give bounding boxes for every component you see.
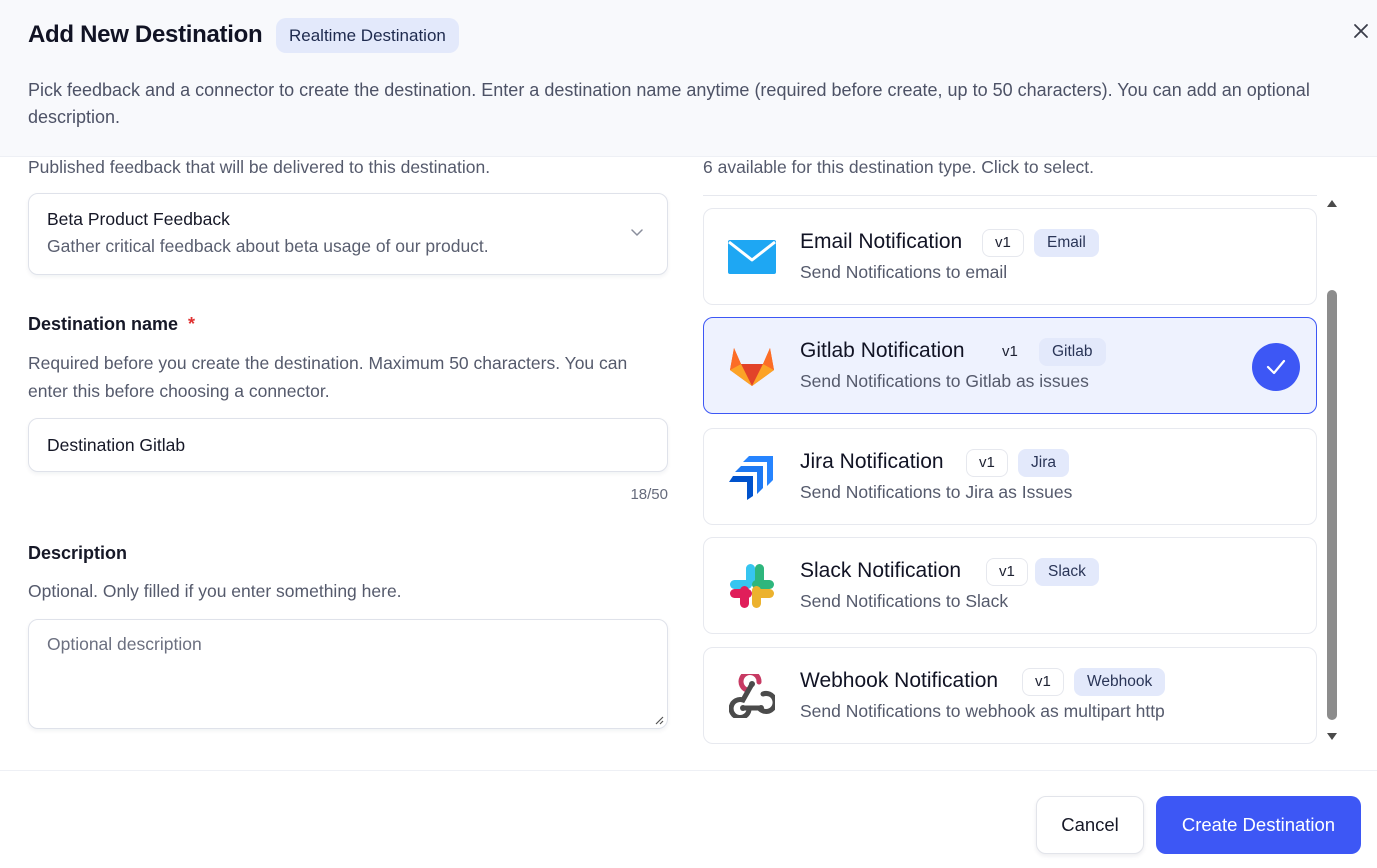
feedback-helper: Published feedback that will be delivere… [28,157,491,177]
connector-list: Email Notification v1 Email Send Notific… [703,195,1343,747]
connector-name: Email Notification [800,230,963,253]
connector-tag: Jira [1018,449,1069,477]
selected-check [1252,343,1300,391]
connector-card-webhook[interactable]: Webhook Notification v1 Webhook Send Not… [703,647,1317,744]
list-divider [703,195,1317,196]
destination-type-badge: Realtime Destination [276,18,459,53]
destination-name-label-text: Destination name [28,314,179,334]
required-marker: * [188,314,196,334]
connector-description: Send Notifications to Jira as Issues [800,482,1073,502]
scroll-down-arrow-icon[interactable] [1327,733,1337,740]
chevron-down-icon [631,229,643,236]
description-placeholder: Optional description [47,634,202,654]
connector-description: Send Notifications to email [800,262,1008,282]
connector-tag: Slack [1035,558,1099,586]
scroll-up-arrow-icon[interactable] [1327,200,1337,207]
connector-description: Send Notifications to Gitlab as issues [800,371,1089,391]
dialog-subtitle: Pick feedback and a connector to create … [28,80,1310,127]
connector-tag: Email [1034,229,1099,257]
cancel-button[interactable]: Cancel [1036,796,1144,854]
connectors-helper: 6 available for this destination type. C… [703,157,1095,177]
connector-description: Send Notifications to webhook as multipa… [800,701,1165,721]
connector-name: Jira Notification [800,450,944,473]
version-badge: v1 [966,449,1008,477]
destination-name-label: Destination name * [28,314,195,335]
version-badge: v1 [982,229,1024,257]
connector-card-slack[interactable]: Slack Notification v1 Slack Send Notific… [703,537,1317,634]
connector-description: Send Notifications to Slack [800,591,1009,611]
jira-icon [726,453,778,501]
connector-card-jira[interactable]: Jira Notification v1 Jira Send Notificat… [703,428,1317,525]
description-textarea[interactable]: Optional description [28,619,668,729]
connector-list-scrollbar[interactable] [1324,196,1340,744]
close-icon [1354,24,1368,38]
connector-tag: Gitlab [1039,338,1106,366]
feedback-select-description: Gather critical feedback about beta usag… [47,236,489,256]
gitlab-icon [726,342,778,390]
webhook-icon [726,672,778,720]
feedback-select-name: Beta Product Feedback [47,209,230,229]
slack-icon [726,562,778,610]
close-button[interactable] [1349,19,1373,43]
dialog-footer: Cancel Create Destination [0,770,1377,868]
version-badge: v1 [1002,343,1018,360]
connector-name: Webhook Notification [800,669,999,692]
connector-card-gitlab[interactable]: Gitlab Notification v1 Gitlab Send Notif… [703,317,1317,414]
connector-card-email[interactable]: Email Notification v1 Email Send Notific… [703,208,1317,305]
scrollbar-thumb[interactable] [1327,290,1337,720]
dialog-title: Add New Destination [28,21,263,48]
version-badge: v1 [1022,668,1064,696]
character-counter: 18/50 [630,486,668,503]
check-icon [1266,359,1286,375]
create-destination-button[interactable]: Create Destination [1156,796,1361,854]
connector-name: Gitlab Notification [800,339,965,362]
destination-name-input[interactable]: Destination Gitlab [28,418,668,472]
destination-name-helper: Required before you create the destinati… [28,353,628,401]
email-icon [726,233,778,281]
connector-name: Slack Notification [800,559,962,582]
version-badge: v1 [986,558,1028,586]
feedback-select[interactable]: Beta Product Feedback Gather critical fe… [28,193,668,275]
resize-grip-icon[interactable] [654,715,664,725]
dialog-header: Add New Destination Realtime Destination… [0,0,1377,157]
connector-tag: Webhook [1074,668,1166,696]
description-label: Description [28,543,128,563]
description-helper: Optional. Only filled if you enter somet… [28,581,402,601]
